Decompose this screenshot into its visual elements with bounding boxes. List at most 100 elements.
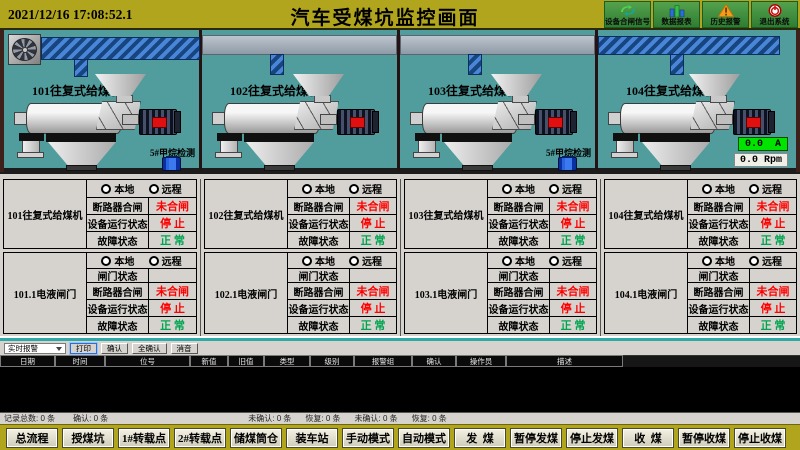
data-report-button[interactable]: 数据报表 [653,1,700,28]
radio-circle-icon[interactable] [502,184,512,194]
alarm-list-area[interactable] [0,367,800,412]
feeder-panel-104: 104往复式给煤机 0.0 A 0.0 Rpm [598,30,796,172]
remote-radio[interactable]: 远程 [149,253,182,268]
radio-circle-icon[interactable] [349,184,359,194]
radio-circle-icon[interactable] [549,184,559,194]
status-value: 正 常 [749,316,796,333]
history-alarm-button[interactable]: 历史报警 [702,1,749,28]
radio-circle-icon[interactable] [149,184,159,194]
nav-coal-pit-button[interactable]: 授煤坑 [62,428,114,448]
status-value: 未合闸 [148,282,196,299]
radio-circle-icon[interactable] [302,184,312,194]
clamp-band [613,133,638,141]
local-radio[interactable]: 本地 [302,181,335,196]
alarm-count-item: 未确认: 0 条 [355,413,398,424]
radio-circle-icon[interactable] [302,256,312,266]
discharge-hopper [48,142,116,167]
radio-circle-icon[interactable] [702,256,712,266]
pause-send-coal-button[interactable]: 暂停发煤 [510,428,562,448]
local-radio[interactable]: 本地 [302,253,335,268]
coupler [518,114,535,125]
nav-transfer1-button[interactable]: 1#转载点 [118,428,170,448]
print-button[interactable]: 打印 [70,343,97,354]
stop-receive-coal-button[interactable]: 停止收煤 [734,428,786,448]
radio-circle-icon[interactable] [749,256,759,266]
mode-select-row: 本地 远程 [86,253,196,268]
ack-button[interactable]: 确认 [101,343,128,354]
local-radio[interactable]: 本地 [502,253,535,268]
radio-circle-icon[interactable] [549,256,559,266]
discharge-outlet [660,165,691,171]
pedestal-foot [611,152,638,158]
remote-radio[interactable]: 远程 [549,181,582,196]
device-close-signal-button[interactable]: 设备合闸信号 [604,1,651,28]
device-name: 102.1电液闸门 [205,253,287,333]
status-label: 故障状态 [287,316,349,333]
radio-circle-icon[interactable] [101,184,111,194]
local-radio[interactable]: 本地 [702,181,735,196]
exit-system-button[interactable]: 退出系统 [751,1,798,28]
remote-radio[interactable]: 远程 [749,253,782,268]
remote-radio[interactable]: 远程 [749,181,782,196]
power-icon [768,3,782,17]
remote-radio[interactable]: 远程 [349,181,382,196]
send-coal-button[interactable]: 发 煤 [454,428,506,448]
remote-radio[interactable]: 远程 [149,181,182,196]
alarm-count-item: 恢复: 0 条 [305,413,340,424]
manual-mode-button[interactable]: 手动模式 [342,428,394,448]
nav-overview-button[interactable]: 总流程 [6,428,58,448]
pedestal-foot [215,152,242,158]
remote-radio[interactable]: 远程 [349,253,382,268]
status-label: 闸门状态 [487,268,549,282]
pause-receive-coal-button[interactable]: 暂停收煤 [678,428,730,448]
status-column-104: 104往复式给煤机 本地 远程 断路器合闸 未合闸 设备运行状态 停 止 故障状… [600,179,800,336]
column-header: 描述 [506,355,623,367]
auto-mode-button[interactable]: 自动模式 [398,428,450,448]
radio-circle-icon[interactable] [349,256,359,266]
valve-status-block: 101.1电液闸门 本地 远程 闸门状态 断路器合闸 未合闸 设备运行状态 停 … [3,252,197,334]
status-value: 停 止 [549,299,596,316]
stop-send-coal-button[interactable]: 停止发煤 [566,428,618,448]
status-column-102: 102往复式给煤机 本地 远程 断路器合闸 未合闸 设备运行状态 停 止 故障状… [200,179,400,336]
datetime-display: 2021/12/16 17:08:52.1 [8,7,133,23]
receive-coal-button[interactable]: 收 煤 [622,428,674,448]
status-value: 正 常 [148,316,196,333]
radio-circle-icon[interactable] [749,184,759,194]
remote-radio[interactable]: 远程 [549,253,582,268]
status-value: 未合闸 [549,282,596,299]
local-radio[interactable]: 本地 [502,181,535,196]
chevron-down-icon [56,347,62,351]
status-value: 未合闸 [749,282,796,299]
motor-indicator [746,117,761,128]
pedestal-foot [17,152,44,158]
nav-silo-button[interactable]: 储煤筒仓 [230,428,282,448]
local-radio[interactable]: 本地 [702,253,735,268]
feeder-panel-103: 103往复式给煤机 5#甲烷检测 [400,30,598,172]
status-label: 断路器合闸 [287,282,349,299]
device-name: 104往复式给煤机 [605,180,687,248]
alarm-filter-dropdown[interactable]: 实时报警 [4,343,66,354]
bottom-navigation-bar: 总流程 授煤坑 1#转载点 2#转载点 储煤筒仓 装车站 手动模式 自动模式 发… [0,424,800,450]
ack-all-button[interactable]: 全确认 [132,343,167,354]
status-column-101: 101往复式给煤机 本地 远程 断路器合闸 未合闸 设备运行状态 停 止 故障状… [0,179,200,336]
radio-circle-icon[interactable] [702,184,712,194]
silence-button[interactable]: 消音 [171,343,198,354]
status-label: 设备运行状态 [687,214,749,231]
local-radio[interactable]: 本地 [101,181,134,196]
local-radio[interactable]: 本地 [101,253,134,268]
status-value: 停 止 [349,214,396,231]
feeder-status-block: 102往复式给煤机 本地 远程 断路器合闸 未合闸 设备运行状态 停 止 故障状… [204,179,397,249]
status-column-103: 103往复式给煤机 本地 远程 断路器合闸 未合闸 设备运行状态 停 止 故障状… [400,179,600,336]
radio-circle-icon[interactable] [149,256,159,266]
status-table-section: 101往复式给煤机 本地 远程 断路器合闸 未合闸 设备运行状态 停 止 故障状… [0,172,800,336]
radio-circle-icon[interactable] [502,256,512,266]
nav-transfer2-button[interactable]: 2#转载点 [174,428,226,448]
radio-circle-icon[interactable] [101,256,111,266]
valve-status-block: 102.1电液闸门 本地 远程 闸门状态 断路器合闸 未合闸 设备运行状态 停 … [204,252,397,334]
rpm-display: 0.0 Rpm [734,153,788,167]
status-label: 设备运行状态 [687,299,749,316]
feeder-machine-graphic [202,30,397,168]
current-display: 0.0 A [738,137,788,151]
nav-loading-station-button[interactable]: 装车站 [286,428,338,448]
alarm-count-item: 未确认: 0 条 [248,413,291,424]
